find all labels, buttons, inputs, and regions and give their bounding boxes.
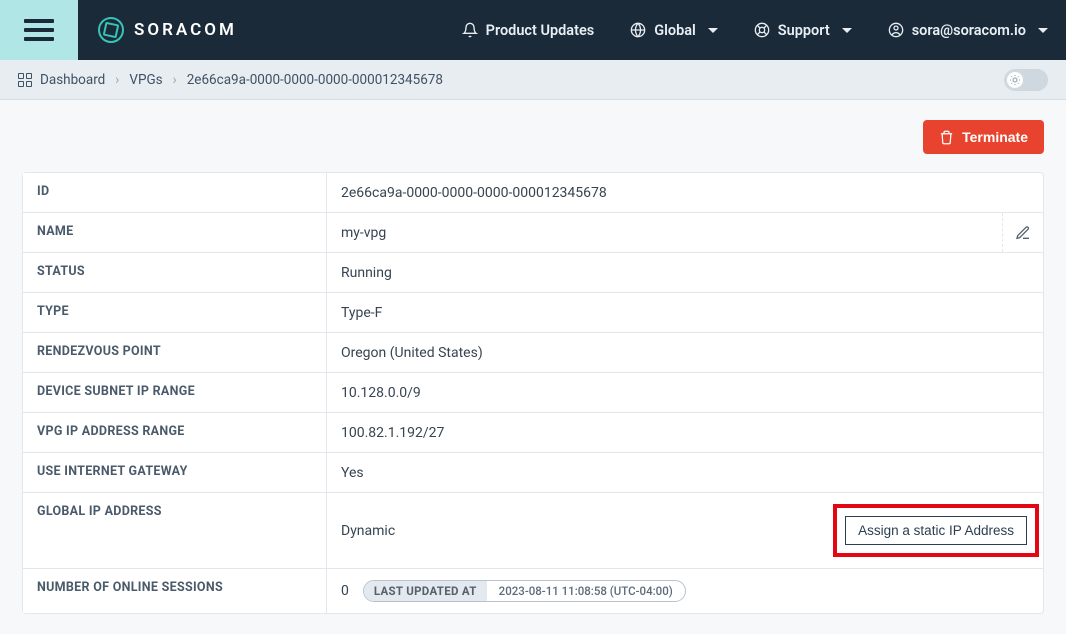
product-updates-link[interactable]: Product Updates — [444, 0, 613, 60]
value-vpg-ip-range: 100.82.1.192/27 — [327, 413, 1043, 452]
chevron-down-icon — [1038, 28, 1048, 33]
global-menu[interactable]: Global — [612, 0, 736, 60]
value-global-ip-text: Dynamic — [341, 523, 395, 539]
value-global-ip: Dynamic Assign a static IP Address — [327, 493, 1043, 568]
online-sessions-count: 0 — [341, 583, 349, 599]
row-type: TYPE Type-F — [23, 293, 1043, 333]
lifebuoy-icon — [754, 22, 770, 38]
user-icon — [888, 22, 904, 38]
page-content: Terminate ID 2e66ca9a-0000-0000-0000-000… — [0, 100, 1066, 634]
breadcrumb-bar: Dashboard › VPGs › 2e66ca9a-0000-0000-00… — [0, 60, 1066, 100]
name-edit-action — [1002, 213, 1043, 252]
chevron-down-icon — [708, 28, 718, 33]
row-name: NAME my-vpg — [23, 213, 1043, 253]
label-online-sessions: NUMBER OF ONLINE SESSIONS — [23, 569, 327, 613]
last-updated-badge: LAST UPDATED AT 2023-08-11 11:08:58 (UTC… — [363, 580, 686, 602]
sun-icon — [1009, 74, 1021, 86]
top-actions: Terminate — [22, 120, 1044, 154]
value-rendezvous: Oregon (United States) — [327, 333, 1043, 372]
label-global-ip: GLOBAL IP ADDRESS — [23, 493, 327, 568]
value-online-sessions: 0 LAST UPDATED AT 2023-08-11 11:08:58 (U… — [327, 569, 1043, 613]
assign-static-ip-button[interactable]: Assign a static IP Address — [845, 516, 1027, 545]
value-use-internet-gateway: Yes — [327, 453, 1043, 492]
brand-logo[interactable]: SORACOM — [78, 17, 237, 43]
product-updates-label: Product Updates — [486, 22, 595, 39]
label-rendezvous: RENDEZVOUS POINT — [23, 333, 327, 372]
label-device-subnet: DEVICE SUBNET IP RANGE — [23, 373, 327, 412]
value-status: Running — [327, 253, 1043, 292]
label-type: TYPE — [23, 293, 327, 332]
value-name: my-vpg — [327, 213, 1002, 252]
row-global-ip: GLOBAL IP ADDRESS Dynamic Assign a stati… — [23, 493, 1043, 569]
breadcrumb-sep: › — [115, 72, 119, 88]
terminate-label: Terminate — [962, 129, 1028, 145]
top-nav: SORACOM Product Updates Global Support s… — [0, 0, 1066, 60]
soracom-logo-icon — [98, 17, 124, 43]
hamburger-icon — [24, 19, 54, 41]
pencil-icon[interactable] — [1015, 225, 1031, 241]
row-device-subnet: DEVICE SUBNET IP RANGE 10.128.0.0/9 — [23, 373, 1043, 413]
bell-icon — [462, 22, 478, 38]
label-name: NAME — [23, 213, 327, 252]
chevron-down-icon — [842, 28, 852, 33]
value-type: Type-F — [327, 293, 1043, 332]
account-email-label: sora@soracom.io — [912, 22, 1026, 39]
account-menu[interactable]: sora@soracom.io — [870, 0, 1066, 60]
breadcrumb-sep: › — [173, 72, 177, 88]
row-online-sessions: NUMBER OF ONLINE SESSIONS 0 LAST UPDATED… — [23, 569, 1043, 613]
row-rendezvous: RENDEZVOUS POINT Oregon (United States) — [23, 333, 1043, 373]
value-id: 2e66ca9a-0000-0000-0000-000012345678 — [327, 173, 1043, 212]
breadcrumb-vpgs[interactable]: VPGs — [129, 72, 162, 88]
breadcrumb-current: 2e66ca9a-0000-0000-0000-000012345678 — [187, 72, 443, 88]
menu-button[interactable] — [0, 0, 78, 60]
brand-name: SORACOM — [134, 20, 237, 40]
dashboard-icon — [18, 73, 32, 87]
terminate-button[interactable]: Terminate — [923, 120, 1044, 154]
label-id: ID — [23, 173, 327, 212]
globe-icon — [630, 22, 646, 38]
details-table: ID 2e66ca9a-0000-0000-0000-000012345678 … — [22, 172, 1044, 614]
label-vpg-ip-range: VPG IP ADDRESS RANGE — [23, 413, 327, 452]
label-status: STATUS — [23, 253, 327, 292]
support-menu[interactable]: Support — [736, 0, 870, 60]
row-id: ID 2e66ca9a-0000-0000-0000-000012345678 — [23, 173, 1043, 213]
value-device-subnet: 10.128.0.0/9 — [327, 373, 1043, 412]
trash-icon — [939, 130, 954, 145]
theme-toggle[interactable] — [1004, 69, 1048, 91]
row-status: STATUS Running — [23, 253, 1043, 293]
row-vpg-ip-range: VPG IP ADDRESS RANGE 100.82.1.192/27 — [23, 413, 1043, 453]
assign-ip-highlight: Assign a static IP Address — [833, 504, 1029, 557]
global-label: Global — [654, 22, 696, 39]
label-use-internet-gateway: USE INTERNET GATEWAY — [23, 453, 327, 492]
support-label: Support — [778, 22, 830, 39]
breadcrumb-dashboard[interactable]: Dashboard — [40, 72, 105, 88]
row-use-internet-gateway: USE INTERNET GATEWAY Yes — [23, 453, 1043, 493]
last-updated-value: 2023-08-11 11:08:58 (UTC-04:00) — [487, 581, 685, 601]
last-updated-label: LAST UPDATED AT — [364, 581, 487, 601]
